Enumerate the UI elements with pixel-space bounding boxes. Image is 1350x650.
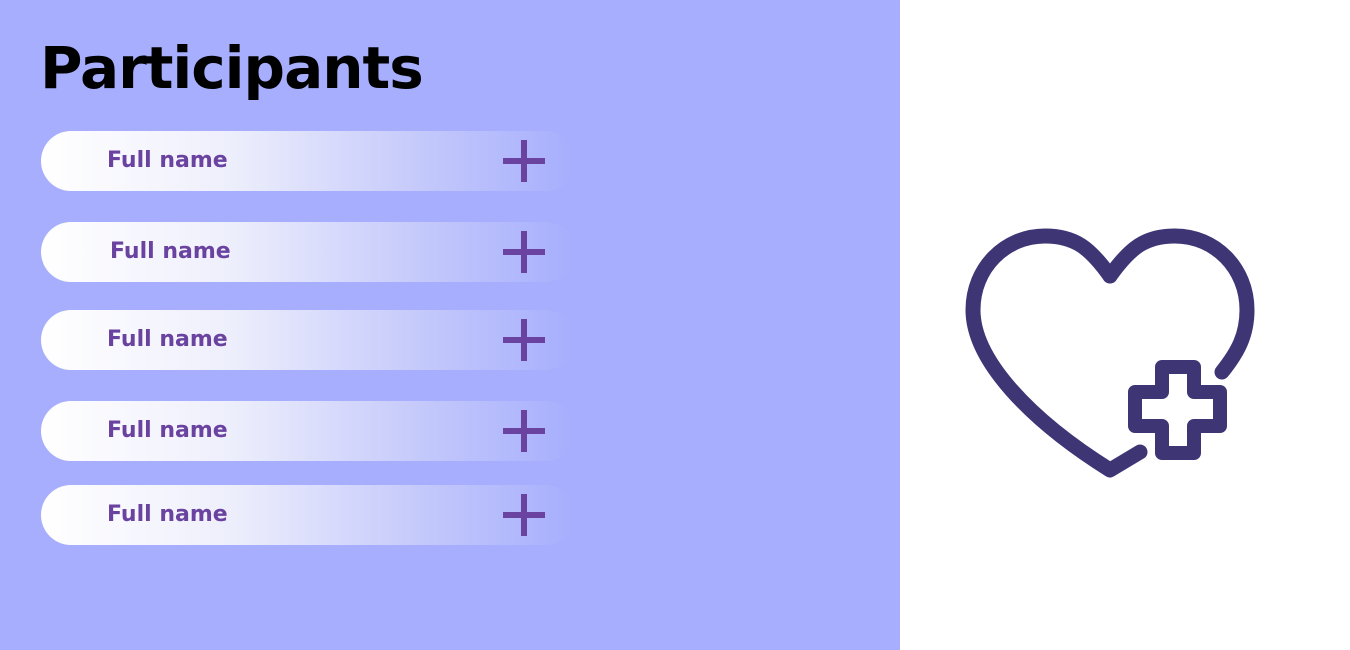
page-title: Participants: [40, 34, 424, 102]
participant-row-5[interactable]: Full name: [41, 485, 576, 545]
participants-panel: Participants Full name Full name Full na…: [0, 0, 900, 650]
plus-icon: [503, 494, 545, 536]
participant-name-label: Full name: [110, 239, 231, 264]
add-participant-button[interactable]: [501, 229, 547, 275]
participant-name-label: Full name: [107, 148, 228, 173]
plus-icon: [503, 410, 545, 452]
add-participant-button[interactable]: [501, 492, 547, 538]
page: Participants Full name Full name Full na…: [0, 0, 1350, 650]
participant-row-3[interactable]: Full name: [41, 310, 576, 370]
heart-plus-icon: [965, 228, 1255, 478]
participant-row-1[interactable]: Full name: [41, 131, 576, 191]
participant-row-4[interactable]: Full name: [41, 401, 576, 461]
plus-icon: [503, 231, 545, 273]
add-participant-button[interactable]: [501, 317, 547, 363]
plus-icon: [503, 140, 545, 182]
plus-icon: [503, 319, 545, 361]
participant-name-label: Full name: [107, 502, 228, 527]
add-participant-button[interactable]: [501, 408, 547, 454]
add-participant-button[interactable]: [501, 138, 547, 184]
participant-name-label: Full name: [107, 327, 228, 352]
participant-row-2[interactable]: Full name: [41, 222, 576, 282]
participant-name-label: Full name: [107, 418, 228, 443]
